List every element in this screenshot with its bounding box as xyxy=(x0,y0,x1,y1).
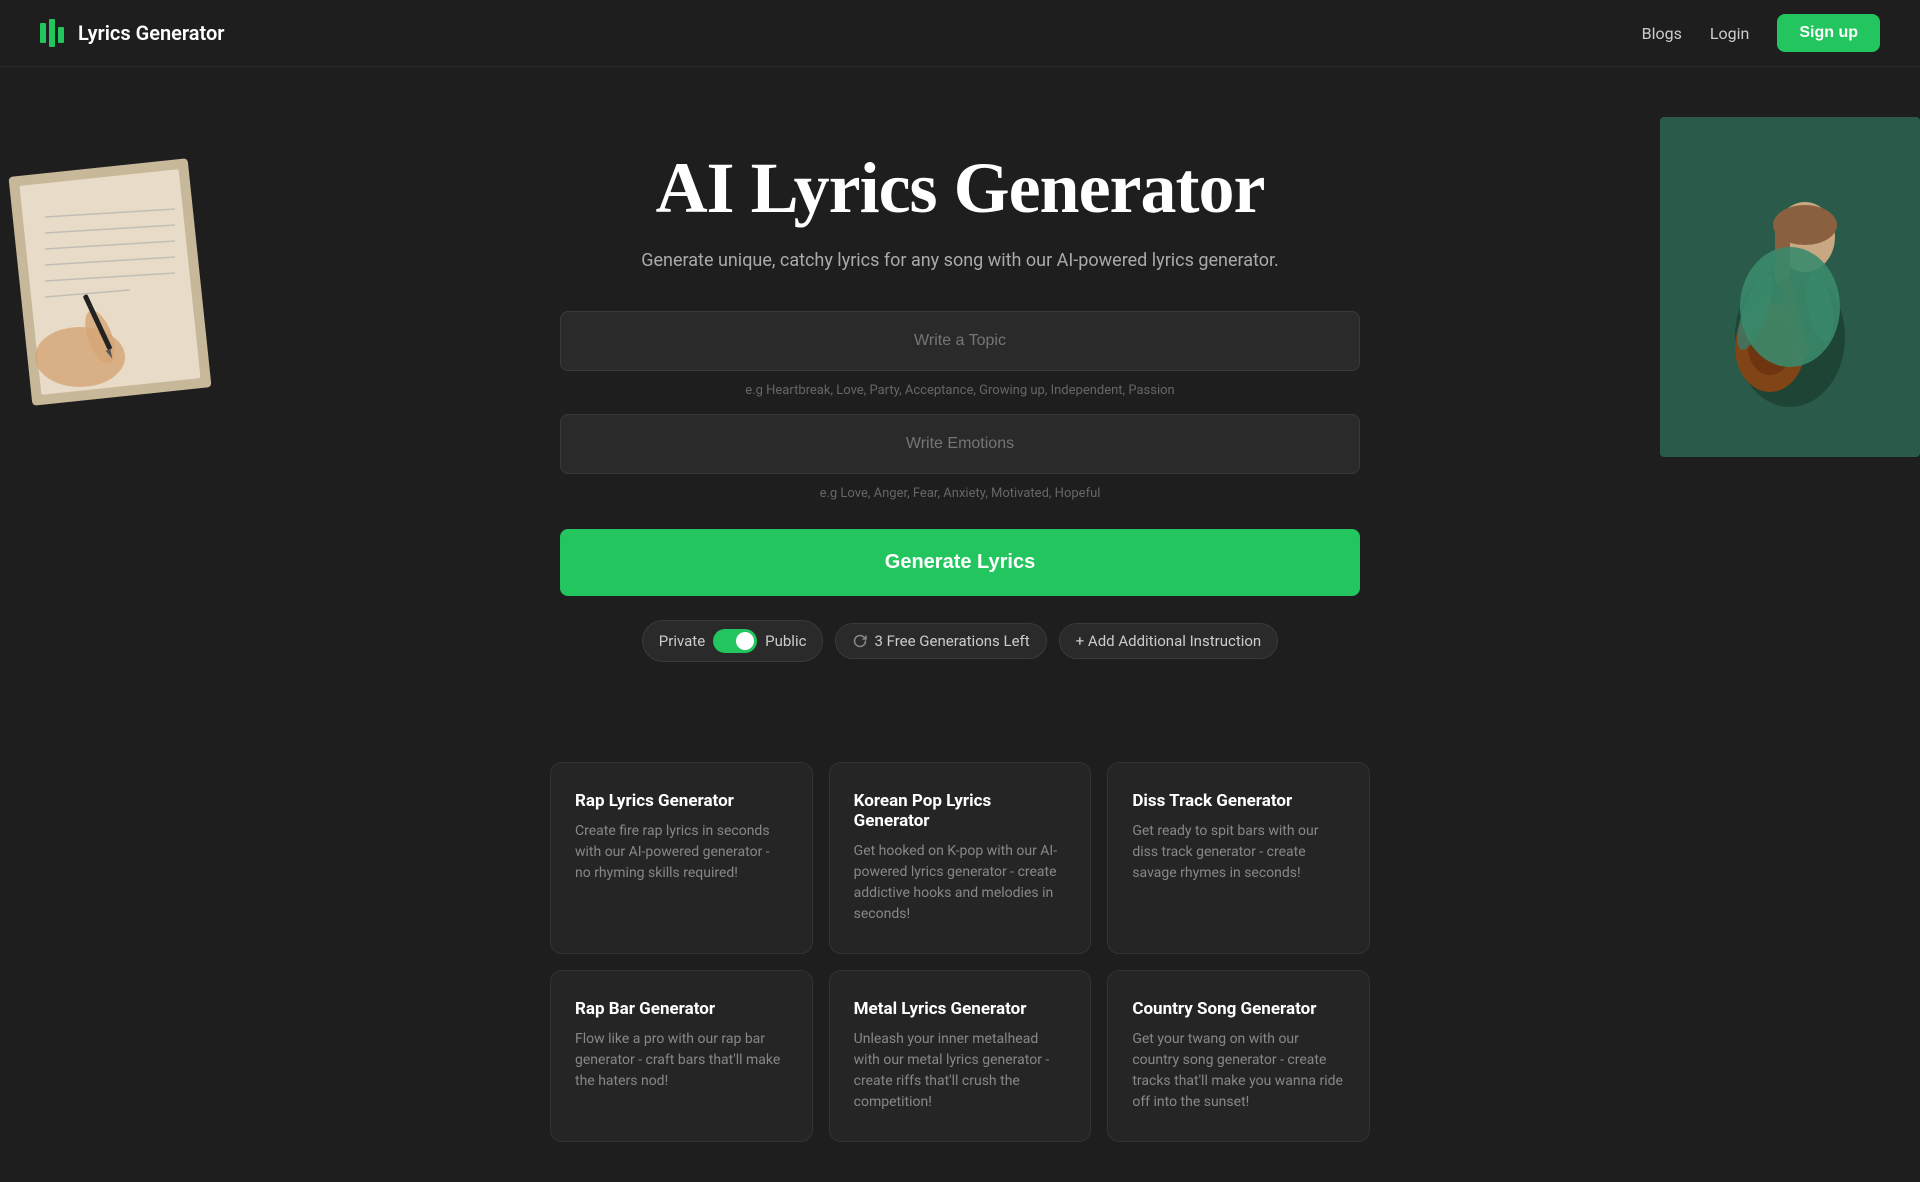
card-item[interactable]: Country Song Generator Get your twang on… xyxy=(1107,970,1370,1142)
card-item[interactable]: Rap Lyrics Generator Create fire rap lyr… xyxy=(550,762,813,954)
card-title: Rap Lyrics Generator xyxy=(575,791,788,811)
card-title: Country Song Generator xyxy=(1132,999,1345,1019)
card-desc: Flow like a pro with our rap bar generat… xyxy=(575,1029,788,1092)
emotions-hint: e.g Love, Anger, Fear, Anxiety, Motivate… xyxy=(560,486,1360,501)
logo[interactable]: Lyrics Generator xyxy=(40,19,225,47)
hero-subtitle: Generate unique, catchy lyrics for any s… xyxy=(40,250,1880,271)
blogs-link[interactable]: Blogs xyxy=(1642,24,1682,43)
card-item[interactable]: Rap Bar Generator Flow like a pro with o… xyxy=(550,970,813,1142)
hero-section: AI Lyrics Generator Generate unique, cat… xyxy=(0,67,1920,702)
logo-text: Lyrics Generator xyxy=(78,21,225,45)
card-desc: Get hooked on K-pop with our AI-powered … xyxy=(854,841,1067,925)
signup-button[interactable]: Sign up xyxy=(1777,14,1880,52)
card-title: Korean Pop Lyrics Generator xyxy=(854,791,1067,831)
topic-input[interactable] xyxy=(560,311,1360,371)
privacy-toggle-pill[interactable]: Private Public xyxy=(642,620,824,662)
card-title: Metal Lyrics Generator xyxy=(854,999,1067,1019)
card-title: Diss Track Generator xyxy=(1132,791,1345,811)
emotions-input[interactable] xyxy=(560,414,1360,474)
cards-grid: Rap Lyrics Generator Create fire rap lyr… xyxy=(550,762,1370,1142)
card-desc: Get your twang on with our country song … xyxy=(1132,1029,1345,1113)
free-generations-text: 3 Free Generations Left xyxy=(874,632,1029,650)
nav-right: Blogs Login Sign up xyxy=(1642,14,1880,52)
topic-hint: e.g Heartbreak, Love, Party, Acceptance,… xyxy=(560,383,1360,398)
guitar-image xyxy=(1660,117,1920,457)
hero-title: AI Lyrics Generator xyxy=(40,147,1880,230)
cards-section: Rap Lyrics Generator Create fire rap lyr… xyxy=(510,762,1410,1182)
card-item[interactable]: Korean Pop Lyrics Generator Get hooked o… xyxy=(829,762,1092,954)
form-container: e.g Heartbreak, Love, Party, Acceptance,… xyxy=(560,311,1360,662)
writing-image xyxy=(0,137,230,437)
add-instruction-pill[interactable]: + Add Additional Instruction xyxy=(1059,623,1279,659)
card-item[interactable]: Metal Lyrics Generator Unleash your inne… xyxy=(829,970,1092,1142)
controls-row: Private Public 3 Free Generations Left +… xyxy=(560,620,1360,662)
free-generations-pill: 3 Free Generations Left xyxy=(835,623,1046,659)
public-label: Public xyxy=(765,632,806,650)
privacy-toggle[interactable] xyxy=(713,629,757,653)
login-link[interactable]: Login xyxy=(1710,24,1749,43)
card-desc: Unleash your inner metalhead with our me… xyxy=(854,1029,1067,1113)
card-item[interactable]: Diss Track Generator Get ready to spit b… xyxy=(1107,762,1370,954)
generate-button[interactable]: Generate Lyrics xyxy=(560,529,1360,596)
navbar: Lyrics Generator Blogs Login Sign up xyxy=(0,0,1920,67)
refresh-icon xyxy=(852,633,868,649)
card-title: Rap Bar Generator xyxy=(575,999,788,1019)
card-desc: Get ready to spit bars with our diss tra… xyxy=(1132,821,1345,884)
card-desc: Create fire rap lyrics in seconds with o… xyxy=(575,821,788,884)
private-label: Private xyxy=(659,632,705,650)
logo-icon xyxy=(40,19,68,47)
add-instruction-text: + Add Additional Instruction xyxy=(1076,632,1262,650)
